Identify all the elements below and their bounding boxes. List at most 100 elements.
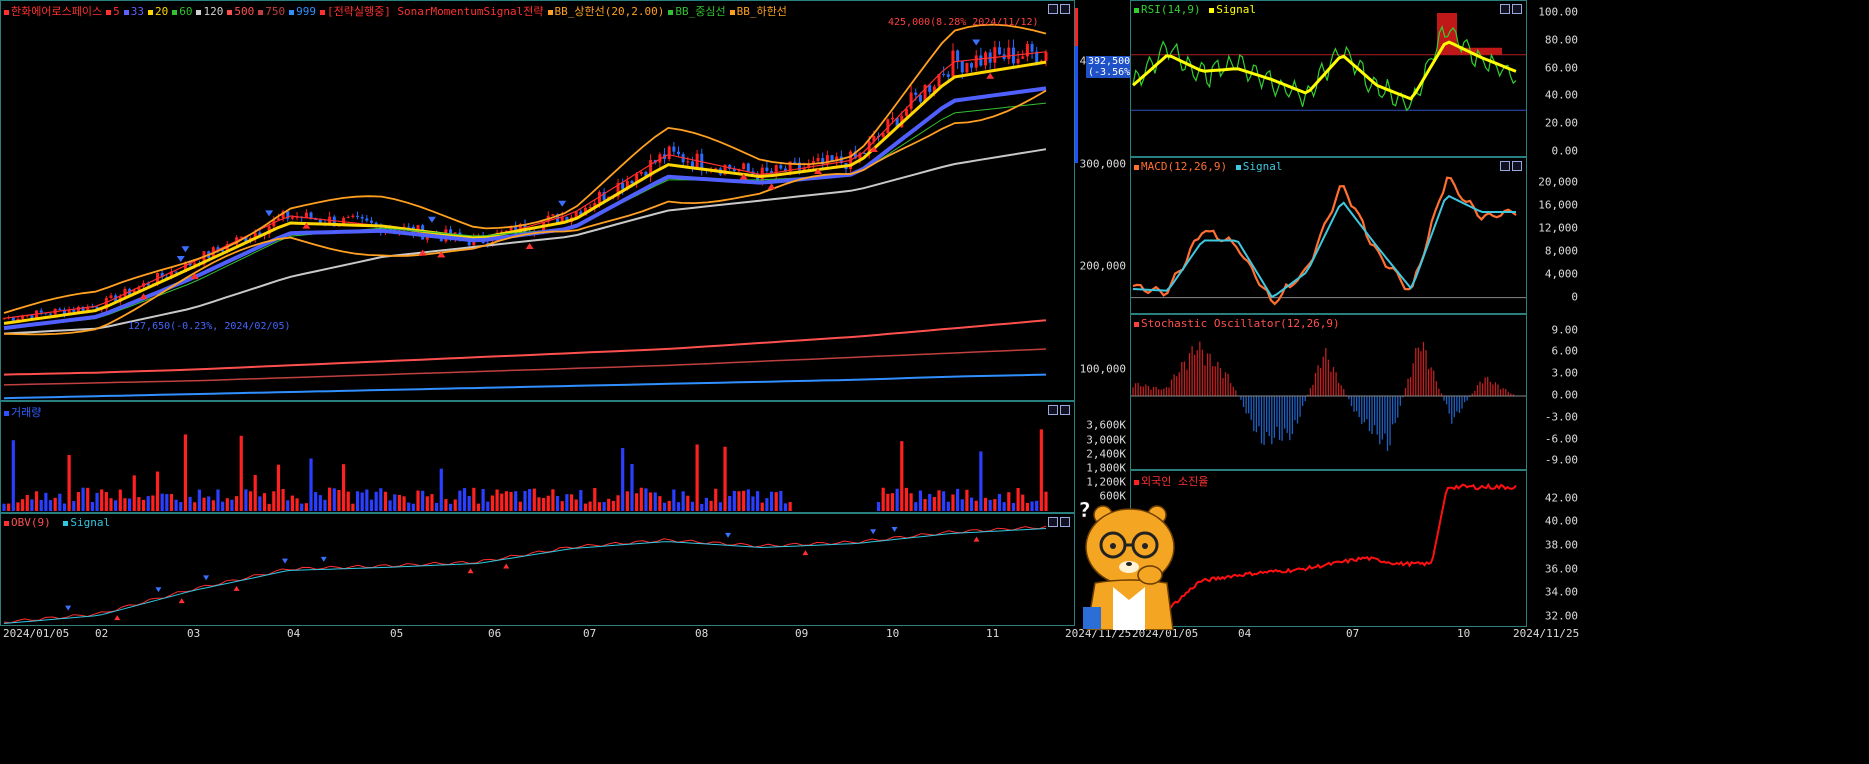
- legend-swatch: [4, 410, 9, 416]
- volume-bar: [411, 503, 415, 511]
- volume-bar: [146, 496, 150, 511]
- volume-panel[interactable]: 거래량: [0, 401, 1075, 513]
- legend-item: 5: [113, 5, 120, 18]
- rsi-legend: RSI(14,9) Signal: [1134, 3, 1262, 16]
- candle-body: [221, 250, 225, 252]
- volume-bar: [458, 490, 462, 511]
- bollinger-up: [3, 23, 1047, 314]
- candle-body: [346, 216, 350, 218]
- maximize-icon[interactable]: [1060, 405, 1070, 415]
- rsi-overbought-fill: [1437, 13, 1457, 55]
- panel-buttons[interactable]: [1046, 4, 1070, 17]
- legend-swatch: [147, 9, 153, 15]
- volume-bar: [881, 487, 885, 511]
- rsi-axis: 100.00 80.00 60.00 40.00 20.00 0.00: [1527, 0, 1582, 158]
- volume-bar: [346, 491, 350, 511]
- maximize-icon[interactable]: [1060, 4, 1070, 14]
- price-tick: 100,000: [1079, 362, 1126, 375]
- stochastic-chart: [1131, 341, 1526, 451]
- minimize-icon[interactable]: [1500, 161, 1510, 171]
- date-tick: 09: [795, 627, 809, 640]
- stochastic-tick: -6.00: [1544, 432, 1578, 446]
- volume-bar: [635, 493, 639, 511]
- stochastic-legend-label: Stochastic Oscillator(12,26,9): [1141, 317, 1340, 330]
- legend-item: 60: [179, 5, 193, 18]
- volume-bar: [402, 496, 406, 511]
- foreign-panel[interactable]: 외국인 소진율: [1130, 470, 1527, 627]
- volume-bar: [230, 499, 234, 511]
- volume-bar: [7, 503, 11, 511]
- candle-body: [672, 146, 676, 152]
- maximize-icon[interactable]: [1512, 161, 1522, 171]
- volume-bar: [118, 489, 122, 511]
- rsi-panel[interactable]: RSI(14,9) Signal: [1130, 0, 1527, 157]
- date-tick: 10: [886, 627, 900, 640]
- price-panel[interactable]: 한화에어로스페이스 5 33 20 60 120 500 750 999 [전략실행중] Sona…: [0, 0, 1075, 401]
- volume-bar: [239, 435, 243, 511]
- candle-body: [677, 151, 681, 155]
- svg-text:?: ?: [1079, 498, 1091, 522]
- volume-bar: [639, 487, 643, 511]
- candle-body: [909, 92, 913, 109]
- panel-buttons[interactable]: [1498, 4, 1522, 17]
- minimize-icon[interactable]: [1048, 517, 1058, 527]
- candle-body: [630, 180, 634, 184]
- legend-swatch: [1134, 164, 1139, 170]
- volume-bar: [672, 489, 676, 511]
- macd-panel[interactable]: MACD(12,26,9) Signal: [1130, 157, 1527, 314]
- volume-tick: 2,400K: [1086, 447, 1126, 461]
- legend-item: 750: [265, 5, 286, 18]
- obv-sell-arrow: [870, 529, 877, 535]
- date-tick: 03: [187, 627, 201, 640]
- stochastic-tick: 3.00: [1551, 366, 1579, 380]
- obv-sell-arrow: [281, 558, 288, 564]
- volume-bar: [95, 492, 99, 511]
- volume-bar: [746, 489, 750, 511]
- rsi-tick: 20.00: [1544, 116, 1578, 130]
- date-axis: 2024/01/05 02 03 04 05 06 07 08 09 10 11 2024/11/25: [0, 627, 1131, 641]
- candle-body: [863, 153, 867, 155]
- volume-bar: [611, 500, 615, 511]
- minimize-icon[interactable]: [1500, 4, 1510, 14]
- volume-bar: [588, 501, 592, 511]
- sell-arrow: [176, 256, 185, 263]
- obv-panel[interactable]: OBV(9) Signal: [0, 513, 1075, 626]
- volume-bar: [1030, 501, 1034, 511]
- volume-bar: [997, 493, 1002, 511]
- stochastic-tick: 6.00: [1551, 344, 1579, 358]
- rsi-tick: 40.00: [1544, 88, 1578, 102]
- stochastic-panel[interactable]: Stochastic Oscillator(12,26,9): [1130, 314, 1527, 470]
- volume-bar: [44, 492, 48, 511]
- date-tick: 04: [287, 627, 301, 640]
- volume-bar: [630, 464, 634, 511]
- volume-bar: [765, 498, 769, 511]
- volume-bar: [207, 496, 211, 511]
- volume-bar: [369, 499, 374, 511]
- volume-bar: [332, 488, 336, 511]
- volume-bar: [500, 493, 504, 511]
- volume-bar: [225, 498, 229, 511]
- volume-bar: [439, 468, 443, 511]
- panel-buttons[interactable]: [1046, 517, 1070, 530]
- minimize-icon[interactable]: [1048, 405, 1058, 415]
- maximize-icon[interactable]: [1060, 517, 1070, 527]
- sell-arrow: [558, 200, 567, 207]
- panel-buttons[interactable]: [1498, 161, 1522, 174]
- buy-arrow: [767, 183, 776, 190]
- candle-body: [970, 63, 974, 68]
- volume-bar: [262, 493, 267, 511]
- volume-bar: [453, 499, 457, 511]
- minimize-icon[interactable]: [1048, 4, 1058, 14]
- maximize-icon[interactable]: [1512, 4, 1522, 14]
- legend-item: 500: [234, 5, 255, 18]
- legend-swatch: [668, 9, 674, 15]
- candle-body: [914, 92, 918, 96]
- volume-bar: [100, 489, 104, 511]
- sell-arrow: [181, 246, 190, 253]
- legend-swatch: [4, 520, 9, 526]
- panel-buttons[interactable]: [1046, 405, 1070, 418]
- volume-bar: [886, 493, 890, 511]
- legend-item: 120: [203, 5, 224, 18]
- legend-item: BB_하한선: [736, 5, 787, 18]
- macd-tick: 20,000: [1538, 175, 1578, 189]
